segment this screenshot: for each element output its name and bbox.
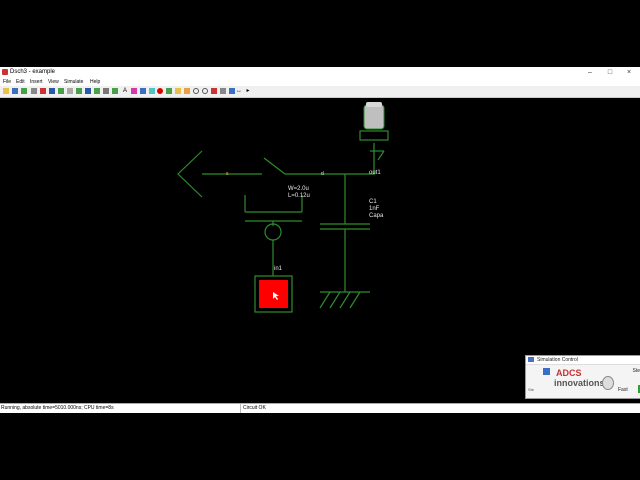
- play-icon[interactable]: [21, 88, 27, 94]
- label-s: s: [226, 171, 229, 177]
- led-cap: [366, 102, 382, 107]
- sim-fast-label[interactable]: Fast: [618, 387, 628, 393]
- sim-control-title: Simulation Control: [537, 357, 578, 363]
- cap-type: Capa: [369, 213, 384, 219]
- transistor-w: W=2.0u: [288, 186, 309, 192]
- cell-icon[interactable]: [103, 88, 109, 94]
- text-icon[interactable]: A: [122, 88, 128, 94]
- label-in1: in1: [274, 266, 283, 272]
- menu-help[interactable]: Help: [90, 79, 100, 85]
- wire-icon[interactable]: [49, 88, 55, 94]
- title-bar: Dsch3 - example – □ ×: [0, 67, 640, 78]
- cap-value: 1nF: [369, 206, 380, 212]
- output-arrow: [177, 150, 203, 198]
- status-bar: Running, absolute time=5010.000ns; CPU t…: [0, 403, 640, 413]
- open-icon[interactable]: [3, 88, 9, 94]
- check-icon[interactable]: [184, 88, 190, 94]
- copy-icon[interactable]: [67, 88, 73, 94]
- sim-control-titlebar: Simulation Control: [526, 356, 640, 365]
- delete-icon[interactable]: [211, 88, 217, 94]
- status-left: Running, absolute time=5010.000ns; CPU t…: [1, 405, 114, 411]
- ground-hatch-1: [319, 291, 331, 309]
- transistor-l: L=0.12u: [288, 193, 310, 199]
- switch-blade: [263, 157, 286, 175]
- menu-edit[interactable]: Edit: [16, 79, 25, 85]
- zoom-in-icon[interactable]: [193, 88, 199, 94]
- close-button[interactable]: ×: [622, 68, 636, 77]
- lightbulb-icon: [602, 376, 614, 390]
- timing-icon[interactable]: [166, 88, 172, 94]
- watermark-brand: ADCS: [556, 368, 582, 378]
- status-divider: [240, 404, 241, 413]
- pmos-icon[interactable]: [85, 88, 91, 94]
- connect-icon[interactable]: [149, 88, 155, 94]
- ground-hatch-4: [349, 291, 361, 309]
- toolbar: A ↔ ▸: [0, 86, 640, 98]
- probe-base: [359, 130, 389, 141]
- gate-icon[interactable]: [94, 88, 100, 94]
- zoom-out-icon[interactable]: [202, 88, 208, 94]
- move-icon[interactable]: [58, 88, 64, 94]
- sim-step-button[interactable]: Ste: [632, 368, 640, 374]
- sim-step-label: Ste: [528, 387, 535, 392]
- nmos-icon[interactable]: [76, 88, 82, 94]
- window-title: Dsch3 - example: [10, 69, 56, 75]
- menu-simulate[interactable]: Simulate: [64, 79, 83, 85]
- label-d: d: [321, 171, 324, 177]
- maximize-button[interactable]: □: [603, 68, 617, 77]
- app-icon: [2, 69, 8, 75]
- stop-icon[interactable]: [157, 88, 163, 94]
- cap-name: C1: [369, 199, 377, 205]
- menu-file[interactable]: File: [3, 79, 11, 85]
- properties-icon[interactable]: [220, 88, 226, 94]
- sim-mode-icon[interactable]: [543, 368, 550, 375]
- library-icon[interactable]: [112, 88, 118, 94]
- led-probe: [363, 104, 385, 130]
- save-icon[interactable]: [12, 88, 18, 94]
- menu-bar: File Edit Insert View Simulate Help: [0, 78, 640, 86]
- symbol-icon[interactable]: [131, 88, 137, 94]
- sim-control-icon: [528, 357, 534, 362]
- watermark-tagline: innovations: [554, 378, 605, 388]
- status-right: Circuit OK: [243, 405, 266, 411]
- pointer-icon[interactable]: [40, 88, 46, 94]
- layout-icon[interactable]: [175, 88, 181, 94]
- cross-icon[interactable]: [140, 88, 146, 94]
- gate-bubble: [264, 223, 282, 241]
- simulation-control-panel: Simulation Control Ste Ste Fast ADCS inn…: [525, 355, 640, 399]
- menu-view[interactable]: View: [48, 79, 59, 85]
- menu-insert[interactable]: Insert: [30, 79, 43, 85]
- arrow-right-icon[interactable]: ▸: [245, 88, 251, 94]
- arrows-icon[interactable]: ↔: [236, 88, 242, 94]
- ground-hatch-3: [339, 291, 351, 309]
- select-icon[interactable]: [229, 88, 235, 94]
- probe-arrow: [377, 150, 385, 161]
- print-icon[interactable]: [31, 88, 37, 94]
- ground-hatch-2: [329, 291, 341, 309]
- label-out1: out1: [369, 170, 381, 176]
- minimize-button[interactable]: –: [583, 68, 597, 77]
